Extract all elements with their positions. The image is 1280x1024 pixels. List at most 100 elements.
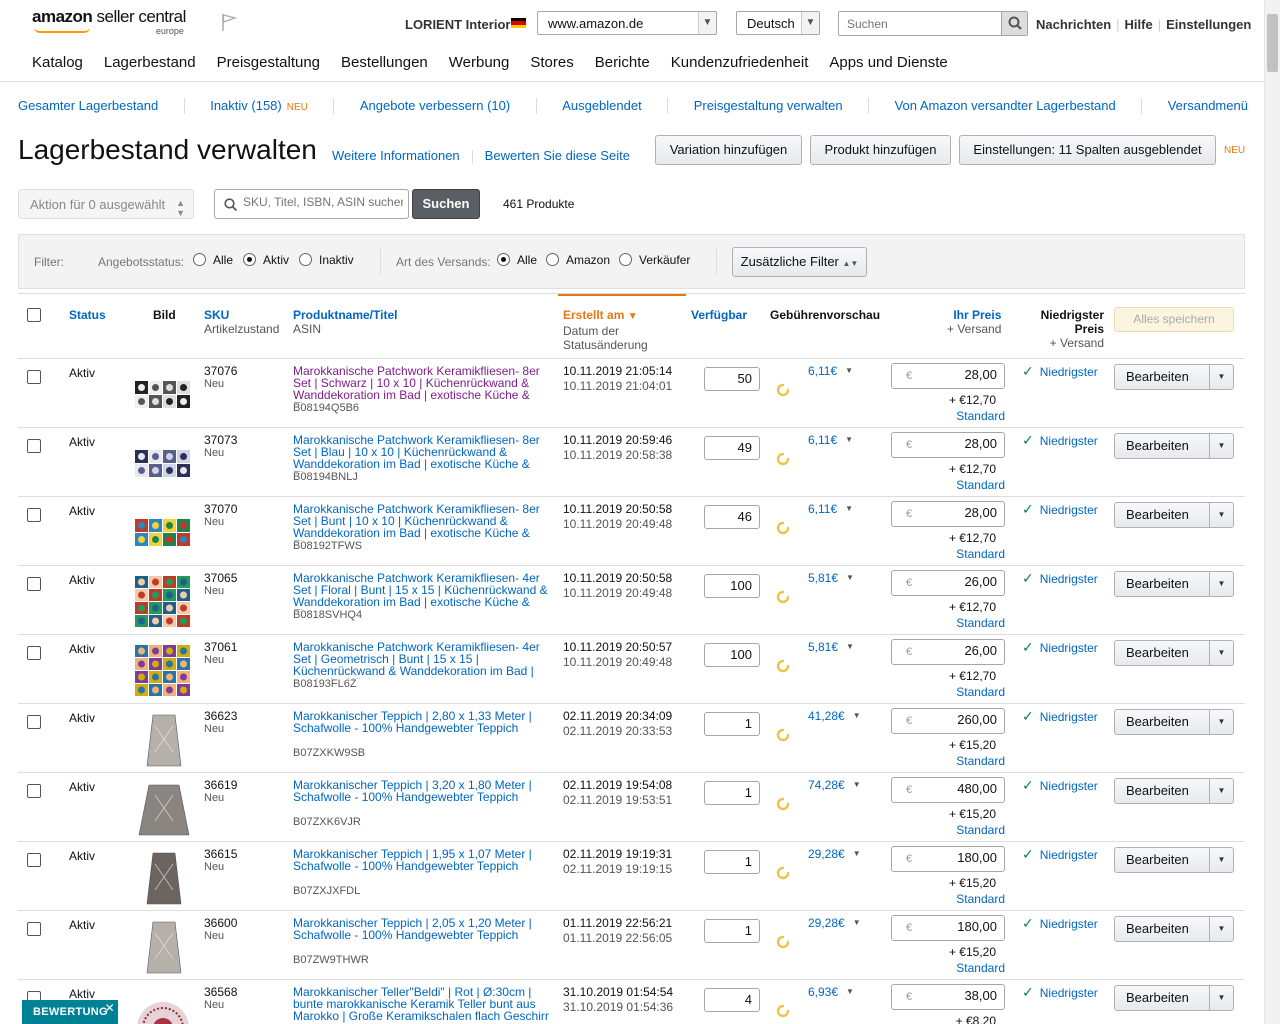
subnav-shipping-menu[interactable]: Versandmenü [1168,98,1248,114]
edit-button[interactable]: Bearbeiten ▼ [1114,916,1234,942]
search-button[interactable]: Suchen [412,189,480,219]
fee-preview[interactable]: 41,28€ ▼ [808,710,861,722]
edit-button[interactable]: Bearbeiten ▼ [1114,571,1234,597]
edit-button[interactable]: Bearbeiten ▼ [1114,433,1234,459]
row-checkbox[interactable] [27,784,41,798]
product-image[interactable] [133,574,193,630]
top-search-button[interactable] [1001,12,1027,35]
shipping-template-link[interactable]: Standard [948,755,1005,767]
help-link[interactable]: Hilfe [1125,17,1153,32]
lowest-price-indicator[interactable]: ✓ Niedrigster [1022,502,1098,516]
available-quantity-input[interactable]: 50 [704,367,760,391]
offer-status-all[interactable]: Alle [193,253,233,267]
nav-pricing[interactable]: Preisgestaltung [217,54,320,71]
col-product-name[interactable]: Produktname/Titel ASIN [293,308,397,336]
lowest-price-indicator[interactable]: ✓ Niedrigster [1022,916,1098,930]
available-quantity-input[interactable]: 49 [704,436,760,460]
row-checkbox[interactable] [27,577,41,591]
price-input[interactable]: €28,00 [891,501,1005,527]
subnav-all-inventory[interactable]: Gesamter Lagerbestand [18,98,158,114]
seller-central-logo[interactable]: amazon seller central europe [32,7,186,36]
edit-button[interactable]: Bearbeiten ▼ [1114,640,1234,666]
shipping-template-link[interactable]: Standard [948,548,1005,560]
lowest-price-indicator[interactable]: ✓ Niedrigster [1022,571,1098,585]
col-available[interactable]: Verfügbar [691,308,747,322]
feedback-badge[interactable]: BEWERTUNG ✕ [22,1000,118,1024]
caret-down-icon[interactable]: ▼ [1209,986,1233,1010]
product-image[interactable] [133,367,193,423]
row-checkbox[interactable] [27,370,41,384]
lowest-price-indicator[interactable]: ✓ Niedrigster [1022,709,1098,723]
product-title-link[interactable]: Marokkanische Patchwork Keramikfliesen- … [293,503,553,541]
shipping-template-link[interactable]: Standard [948,962,1005,974]
available-quantity-input[interactable]: 100 [704,574,760,598]
language-select[interactable]: Deutsch ▼ [736,11,820,35]
subnav-fba-inventory[interactable]: Von Amazon versandter Lagerbestand [895,98,1116,114]
product-image[interactable] [133,712,193,768]
settings-link[interactable]: Einstellungen [1166,17,1251,32]
lowest-price-indicator[interactable]: ✓ Niedrigster [1022,778,1098,792]
available-quantity-input[interactable]: 46 [704,505,760,529]
nav-stores[interactable]: Stores [530,54,573,71]
lowest-price-indicator[interactable]: ✓ Niedrigster [1022,985,1098,999]
inventory-search-input[interactable] [243,195,403,209]
caret-down-icon[interactable]: ▼ [1209,572,1233,596]
caret-down-icon[interactable]: ▼ [1209,917,1233,941]
row-checkbox[interactable] [27,715,41,729]
subnav-hidden[interactable]: Ausgeblendet [562,98,642,114]
row-checkbox[interactable] [27,439,41,453]
edit-button[interactable]: Bearbeiten ▼ [1114,709,1234,735]
product-title-link[interactable]: Marokkanischer Teppich | 2,05 x 1,20 Met… [293,917,553,955]
caret-down-icon[interactable]: ▼ [1209,503,1233,527]
column-settings-button[interactable]: Einstellungen: 11 Spalten ausgeblendet [959,135,1216,165]
edit-button[interactable]: Bearbeiten ▼ [1114,847,1234,873]
close-icon[interactable]: ✕ [105,1001,115,1015]
caret-down-icon[interactable]: ▼ [1209,848,1233,872]
row-checkbox[interactable] [27,853,41,867]
row-checkbox[interactable] [27,508,41,522]
product-title-link[interactable]: Marokkanische Patchwork Keramikfliesen- … [293,641,553,679]
caret-down-icon[interactable]: ▼ [1209,779,1233,803]
product-image[interactable] [133,781,193,837]
fee-preview[interactable]: 5,81€ ▼ [808,572,854,584]
available-quantity-input[interactable]: 1 [704,781,760,805]
subnav-improve-listings[interactable]: Angebote verbessern (10) [360,98,510,114]
col-sku[interactable]: SKU Artikelzustand [204,308,279,336]
available-quantity-input[interactable]: 100 [704,643,760,667]
price-input[interactable]: €28,00 [891,432,1005,458]
offer-status-inactive[interactable]: Inaktiv [299,253,354,267]
nav-advertising[interactable]: Werbung [449,54,510,71]
shipping-template-link[interactable]: Standard [948,617,1005,629]
nav-catalog[interactable]: Katalog [32,54,83,71]
fee-preview[interactable]: 5,81€ ▼ [808,641,854,653]
edit-button[interactable]: Bearbeiten ▼ [1114,364,1234,390]
product-title-link[interactable]: Marokkanische Patchwork Keramikfliesen- … [293,434,553,472]
product-title-link[interactable]: Marokkanische Patchwork Keramikfliesen- … [293,365,553,403]
shipping-template-link[interactable]: Standard [948,479,1005,491]
shipping-amazon[interactable]: Amazon [546,253,610,267]
lowest-price-indicator[interactable]: ✓ Niedrigster [1022,364,1098,378]
fee-preview[interactable]: 6,93€ ▼ [808,986,854,998]
product-image[interactable] [133,988,193,1024]
marketplace-select[interactable]: www.amazon.de ▼ [537,11,717,35]
product-title-link[interactable]: Marokkanischer Teppich | 2,80 x 1,33 Met… [293,710,553,748]
select-all-checkbox[interactable] [27,308,41,322]
nav-reports[interactable]: Berichte [595,54,650,71]
price-input[interactable]: €480,00 [891,777,1005,803]
shipping-template-link[interactable]: Standard [948,686,1005,698]
price-input[interactable]: €26,00 [891,570,1005,596]
available-quantity-input[interactable]: 1 [704,850,760,874]
caret-down-icon[interactable]: ▼ [1209,641,1233,665]
bulk-action-select[interactable]: Aktion für 0 ausgewählt ▲ ▼ [18,189,194,219]
shipping-template-link[interactable]: Standard [948,824,1005,836]
product-image[interactable] [133,505,193,561]
nav-apps[interactable]: Apps und Dienste [829,54,947,71]
fee-preview[interactable]: 6,11€ ▼ [808,503,853,515]
row-checkbox[interactable] [27,922,41,936]
product-image[interactable] [133,436,193,492]
product-image[interactable] [133,919,193,975]
subnav-manage-pricing[interactable]: Preisgestaltung verwalten [694,98,843,114]
edit-button[interactable]: Bearbeiten ▼ [1114,985,1234,1011]
price-input[interactable]: €260,00 [891,708,1005,734]
fee-preview[interactable]: 29,28€ ▼ [808,917,861,929]
